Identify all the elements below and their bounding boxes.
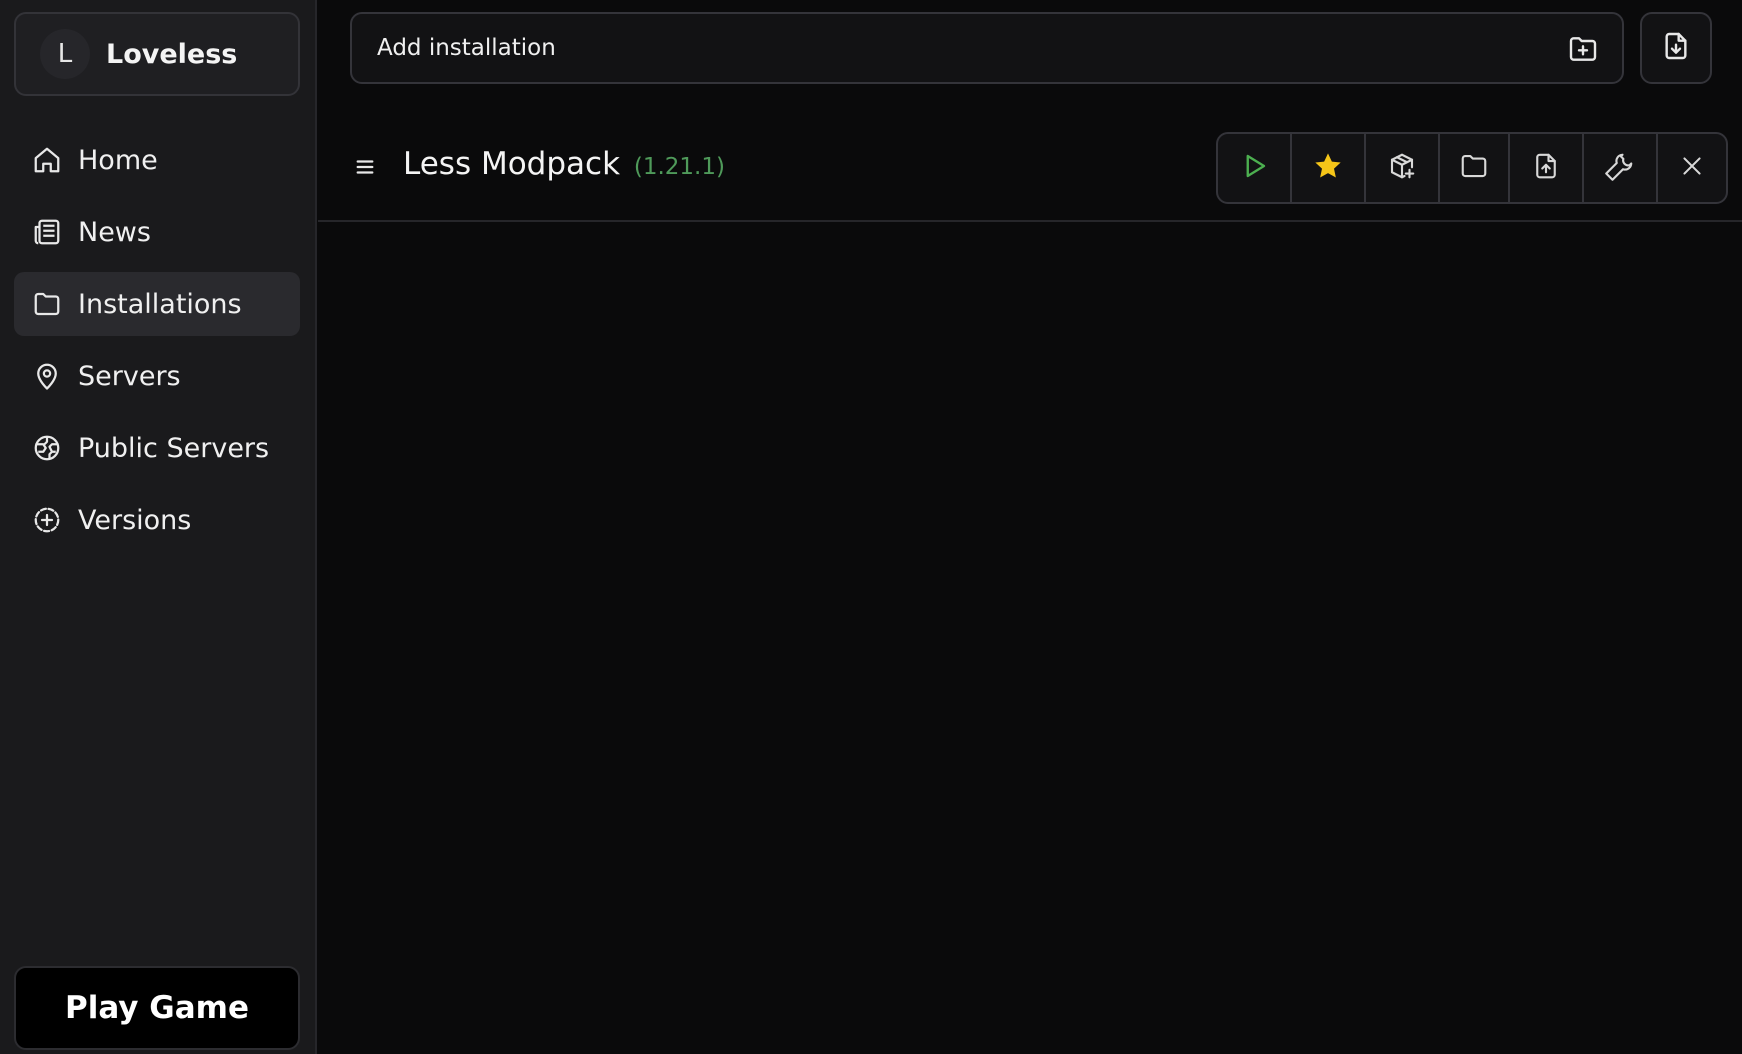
file-upload-icon [1531,151,1561,185]
sidebar: L Loveless Home News Installations Serve… [0,0,317,1054]
sidebar-item-servers[interactable]: Servers [14,344,300,408]
sidebar-item-label: News [78,216,151,248]
add-mods-button[interactable] [1366,134,1440,202]
folder-icon [30,287,64,321]
sidebar-item-label: Public Servers [78,432,270,464]
add-installation-button[interactable]: Add installation [350,12,1624,84]
profile-name: Loveless [106,38,238,70]
launcher-app: L Loveless Home News Installations Serve… [0,0,1742,1054]
sidebar-item-label: Versions [78,504,192,536]
map-pin-icon [30,359,64,393]
add-circle-icon [30,503,64,537]
home-icon [30,143,64,177]
export-button[interactable] [1510,134,1584,202]
play-installation-button[interactable] [1218,134,1292,202]
globe-icon [30,431,64,465]
play-game-button[interactable]: Play Game [14,966,300,1050]
installation-title: Less Modpack (1.21.1) [403,146,725,182]
sidebar-item-public-servers[interactable]: Public Servers [14,416,300,480]
installation-name: Less Modpack [403,146,621,182]
profile-switcher[interactable]: L Loveless [14,12,300,96]
folder-plus-icon[interactable] [1566,32,1600,66]
sidebar-item-label: Servers [78,360,181,392]
wrench-icon [1605,151,1635,185]
add-installation-label: Add installation [377,35,556,61]
sidebar-item-news[interactable]: News [14,200,300,264]
edit-settings-button[interactable] [1584,134,1658,202]
open-folder-button[interactable] [1440,134,1510,202]
installation-toolbar [1216,132,1728,204]
package-plus-icon [1387,151,1417,185]
drag-handle-icon[interactable] [348,150,382,184]
import-installation-button[interactable] [1640,12,1712,84]
sidebar-item-label: Installations [78,288,242,320]
sidebar-item-versions[interactable]: Versions [14,488,300,552]
star-icon [1312,150,1344,186]
news-icon [30,215,64,249]
play-icon [1239,151,1269,185]
sidebar-item-label: Home [78,144,158,176]
remove-installation-button[interactable] [1658,134,1726,202]
installation-version: (1.21.1) [633,154,725,180]
file-download-icon [1660,30,1692,66]
sidebar-nav: Home News Installations Servers Public S… [14,128,300,560]
sidebar-item-home[interactable]: Home [14,128,300,192]
folder-icon [1459,151,1489,185]
avatar: L [40,29,90,79]
sidebar-item-installations[interactable]: Installations [14,272,300,336]
favorite-button[interactable] [1292,134,1366,202]
close-icon [1679,153,1705,183]
